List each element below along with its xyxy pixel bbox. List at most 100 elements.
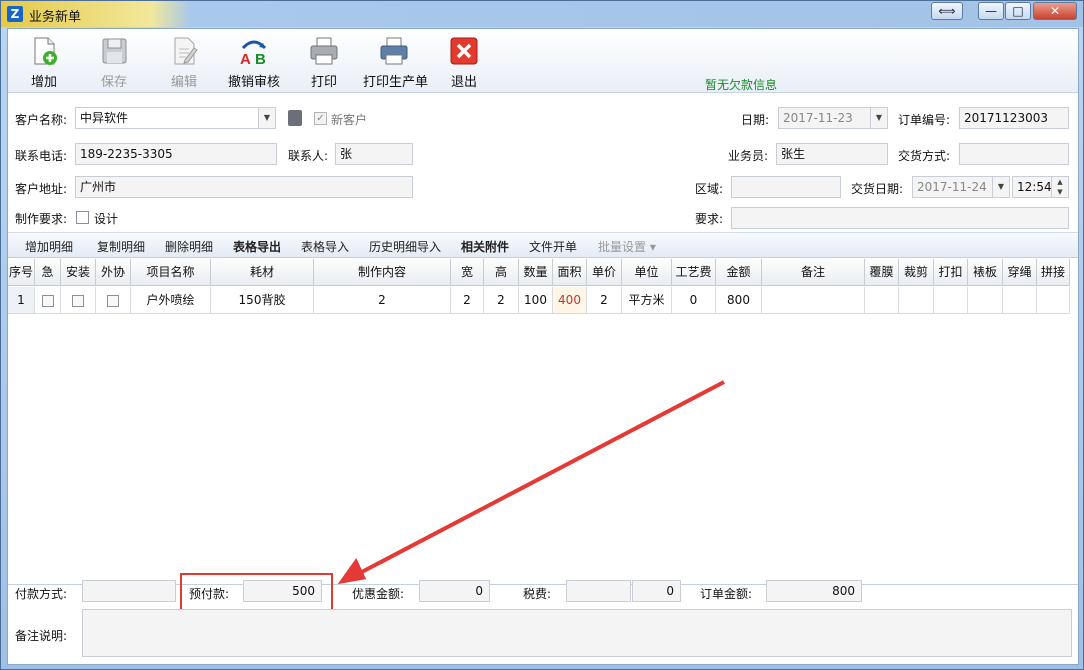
order-amount-field[interactable]: 800 [766, 580, 862, 602]
column-header-5[interactable]: 耗材 [211, 259, 314, 286]
column-header-3[interactable]: 外协 [96, 259, 131, 286]
column-header-8[interactable]: 高 [484, 259, 519, 286]
table-cell[interactable]: 0 [672, 287, 716, 314]
table-cell[interactable]: 150背胶 [211, 287, 314, 314]
demand-field[interactable] [731, 207, 1069, 229]
requirement-label: 制作要求: [15, 212, 68, 226]
title-bar[interactable]: Z 业务新单 ⟺ — □ ✕ [1, 1, 1083, 27]
new-customer-label: 新客户 [331, 113, 368, 127]
attachments-button[interactable]: 相关附件 [461, 238, 509, 255]
print-production-button[interactable]: 打印生产单 [363, 35, 428, 91]
save-button[interactable]: 保存 [94, 35, 134, 91]
chevron-down-icon[interactable]: ▼ [258, 108, 275, 128]
row-checkbox[interactable] [61, 287, 96, 314]
revoke-audit-label: 撤销审核 [227, 75, 280, 90]
column-header-14[interactable]: 金额 [716, 259, 762, 286]
order-no-field[interactable]: 20171123003 [959, 107, 1069, 129]
table-cell[interactable] [762, 287, 865, 314]
spinner-icon[interactable]: ▲ ▼ [1051, 177, 1068, 197]
column-header-12[interactable]: 单位 [622, 259, 672, 286]
column-header-11[interactable]: 单价 [587, 259, 622, 286]
address-book-icon[interactable] [288, 110, 302, 126]
table-cell[interactable] [1003, 287, 1037, 314]
column-header-16[interactable]: 覆膜 [865, 259, 899, 286]
new-customer-checkbox[interactable]: ✓ [314, 112, 327, 125]
customer-name-label: 客户名称: [15, 113, 68, 127]
table-cell[interactable] [1037, 287, 1070, 314]
column-header-20[interactable]: 穿绳 [1003, 259, 1037, 286]
column-header-19[interactable]: 裱板 [968, 259, 1003, 286]
toolbar: 增加 保存 编辑 AB 撤销审核 打印 打印生产单 退出 暂无欠款信息 [8, 29, 1078, 93]
column-header-21[interactable]: 拼接 [1037, 259, 1070, 286]
edit-button[interactable]: 编辑 [164, 35, 204, 91]
column-header-15[interactable]: 备注 [762, 259, 865, 286]
column-header-10[interactable]: 面积 [553, 259, 587, 286]
column-header-18[interactable]: 打扣 [934, 259, 968, 286]
minimize-button[interactable]: — [978, 2, 1004, 20]
print-button[interactable]: 打印 [306, 35, 342, 91]
exit-button[interactable]: 退出 [448, 35, 480, 91]
revoke-audit-button[interactable]: AB 撤销审核 [227, 35, 281, 91]
column-header-6[interactable]: 制作内容 [314, 259, 451, 286]
discount-field[interactable]: 0 [419, 580, 490, 602]
contact-field[interactable]: 张 [335, 143, 413, 165]
table-cell[interactable]: 2 [314, 287, 451, 314]
calendar-icon[interactable]: ▼ [870, 108, 887, 128]
salesman-field[interactable]: 张生 [776, 143, 888, 165]
table-cell[interactable] [934, 287, 968, 314]
history-import-button[interactable]: 历史明细导入 [369, 238, 441, 255]
ab-revoke-icon: AB [238, 35, 270, 68]
floppy-disk-icon [98, 35, 130, 67]
payment-method-field[interactable] [82, 580, 176, 602]
copy-detail-button[interactable]: 复制明细 [97, 238, 145, 255]
table-cell[interactable] [899, 287, 934, 314]
remark-field[interactable] [82, 609, 1072, 657]
restore-button[interactable]: ⟺ [931, 2, 963, 20]
table-cell[interactable]: 平方米 [622, 287, 672, 314]
column-header-13[interactable]: 工艺费 [672, 259, 716, 286]
table-cell[interactable]: 800 [716, 287, 762, 314]
phone-field[interactable]: 189-2235-3305 [75, 143, 277, 165]
table-cell[interactable] [968, 287, 1003, 314]
table-cell[interactable]: 户外喷绘 [131, 287, 211, 314]
delete-detail-button[interactable]: 删除明细 [165, 238, 213, 255]
column-header-1[interactable]: 急 [35, 259, 61, 286]
calendar-icon[interactable]: ▼ [992, 177, 1009, 197]
table-cell[interactable]: 1 [8, 287, 35, 314]
row-checkbox[interactable] [96, 287, 131, 314]
table-cell[interactable]: 400 [553, 287, 587, 314]
add-button[interactable]: 增加 [24, 35, 64, 91]
file-order-button[interactable]: 文件开单 [529, 238, 577, 255]
export-table-button[interactable]: 表格导出 [233, 238, 281, 255]
column-header-9[interactable]: 数量 [519, 259, 553, 286]
region-field[interactable] [731, 176, 841, 198]
table-cell[interactable] [865, 287, 899, 314]
row-checkbox[interactable] [35, 287, 61, 314]
design-checkbox[interactable] [76, 211, 89, 224]
column-header-2[interactable]: 安装 [61, 259, 96, 286]
close-button[interactable]: ✕ [1033, 2, 1077, 20]
date-picker[interactable]: 2017-11-23 ▼ [778, 107, 888, 129]
maximize-button[interactable]: □ [1005, 2, 1031, 20]
add-detail-button[interactable]: 增加明细 [25, 238, 73, 255]
column-header-0[interactable]: 序号 [8, 259, 35, 286]
delivery-date-picker[interactable]: 2017-11-24 ▼ [912, 176, 1010, 198]
tax-rate-field[interactable] [566, 580, 631, 602]
column-header-4[interactable]: 项目名称 [131, 259, 211, 286]
column-header-7[interactable]: 宽 [451, 259, 484, 286]
delivery-time-field[interactable]: 12:54 ▲ ▼ [1012, 176, 1069, 198]
batch-settings-button[interactable]: 批量设置 ▾ [598, 238, 656, 255]
payment-method-label: 付款方式: [15, 587, 68, 601]
table-cell[interactable]: 100 [519, 287, 553, 314]
svg-text:A: A [240, 51, 251, 67]
import-table-button[interactable]: 表格导入 [301, 238, 349, 255]
customer-name-select[interactable]: 中异软件 ▼ [75, 107, 276, 129]
table-cell[interactable]: 2 [587, 287, 622, 314]
column-header-17[interactable]: 裁剪 [899, 259, 934, 286]
table-cell[interactable]: 2 [484, 287, 519, 314]
address-field[interactable]: 广州市 [75, 176, 413, 198]
delivery-method-field[interactable] [959, 143, 1069, 165]
table-cell[interactable]: 2 [451, 287, 484, 314]
tax-field[interactable]: 0 [632, 580, 681, 602]
delivery-date-value: 2017-11-24 [917, 180, 987, 194]
